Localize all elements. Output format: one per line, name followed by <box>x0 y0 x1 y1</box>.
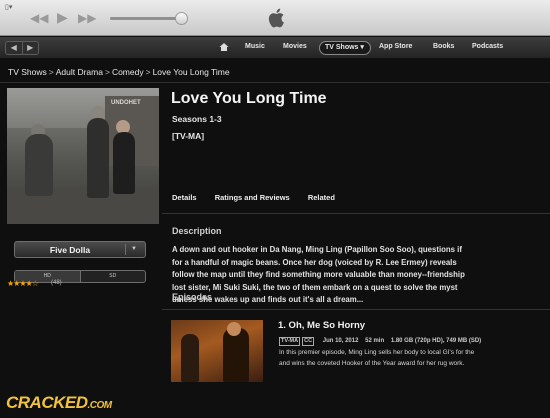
breadcrumb: TV Shows > Adult Drama > Comedy > Love You Lon… <box>8 67 230 77</box>
fast-forward-icon[interactable]: ▶▶ <box>78 11 96 25</box>
episode-description-line: In this premier episode, Ming Ling sells… <box>279 349 475 356</box>
description-heading: Description <box>172 226 222 236</box>
episode-meta: TV-MA CC Jun 10, 2012 52 min 1.80 GB (720… <box>279 337 481 346</box>
episodes-heading: Episodes <box>172 292 213 302</box>
episode-size: 1.80 GB (720p HD), 749 MB (SD) <box>390 338 482 344</box>
show-artwork: UNDOHET <box>7 88 159 224</box>
nav-item-podcasts[interactable]: Podcasts <box>472 43 503 50</box>
apple-logo-icon <box>268 8 284 28</box>
history-nav: ◀ ▶ <box>5 41 39 55</box>
nav-item-app-store[interactable]: App Store <box>379 43 412 50</box>
nav-item-books[interactable]: Books <box>433 43 454 50</box>
tab-ratings-reviews[interactable]: Ratings and Reviews <box>215 193 290 202</box>
seasons-label: Seasons 1-3 <box>172 114 222 124</box>
artwork-figure <box>113 132 135 194</box>
price-label: Five Dolla <box>49 245 91 255</box>
player-toolbar: ▯▾ ◀◀ ▶ ▶▶ <box>0 0 550 36</box>
nav-item-movies[interactable]: Movies <box>283 43 307 50</box>
buy-price-button[interactable]: Five Dolla ▼ <box>14 241 146 258</box>
volume-knob[interactable] <box>175 12 188 25</box>
breadcrumb-tv-shows[interactable]: TV Shows <box>8 67 47 77</box>
tv-rating-badge: TV-MA <box>279 337 301 346</box>
rating-count: (48) <box>51 280 62 286</box>
show-title: Love You Long Time <box>171 90 327 107</box>
format-sd-button[interactable]: SD <box>81 271 146 282</box>
nav-item-tv-shows[interactable]: TV Shows ▾ <box>325 43 364 51</box>
cc-badge: CC <box>302 337 315 346</box>
episode-date: Jun 10, 2012 <box>322 338 359 344</box>
tab-details[interactable]: Details <box>172 193 197 202</box>
description-text: A down and out hooker in Da Nang, Ming L… <box>172 244 550 307</box>
tab-related[interactable]: Related <box>308 193 335 202</box>
breadcrumb-comedy[interactable]: Comedy <box>112 67 144 77</box>
watermark-main: CRACKED <box>6 393 88 412</box>
detail-tabs: Details Ratings and Reviews Related <box>172 193 351 202</box>
volume-slider[interactable] <box>110 17 184 20</box>
episode-duration: 52 min <box>365 338 385 344</box>
forward-arrow-icon[interactable]: ▶ <box>23 42 39 54</box>
breadcrumb-current: Love You Long Time <box>152 67 230 77</box>
description-line: follow the map until they find something… <box>172 270 465 280</box>
chevron-down-icon[interactable]: ▼ <box>131 246 137 252</box>
thumbnail-figure <box>227 322 241 336</box>
description-line: lost sister, Mi Suki Suki, the two of th… <box>172 282 458 292</box>
artwork-sign: UNDOHET <box>111 100 141 106</box>
episode-description: In this premier episode, Ming Ling sells… <box>279 348 550 369</box>
store-nav-bar: ◀ ▶ Music Movies TV Shows ▾ App Store Bo… <box>0 37 550 59</box>
button-divider <box>125 244 126 255</box>
rewind-icon[interactable]: ◀◀ <box>30 11 48 25</box>
episode-description-line: and wins the coveted Hooker of the Year … <box>279 359 465 367</box>
description-line: A down and out hooker in Da Nang, Ming L… <box>172 245 462 254</box>
artwork-figure <box>25 134 53 196</box>
watermark-suffix: .COM <box>87 400 113 411</box>
description-line: unless she wakes up and finds out it's a… <box>172 295 364 305</box>
breadcrumb-separator: > <box>145 67 151 77</box>
star-rating: ★★★★☆ <box>7 279 39 288</box>
episode-title[interactable]: 1. Oh, Me So Horny <box>278 320 365 331</box>
episode-thumbnail[interactable] <box>171 320 263 382</box>
cracked-watermark: CRACKED.COM <box>6 393 112 413</box>
divider <box>0 82 550 83</box>
breadcrumb-separator: > <box>48 67 54 77</box>
thumbnail-figure <box>181 334 199 382</box>
breadcrumb-separator: > <box>104 67 110 77</box>
nav-item-music[interactable]: Music <box>245 43 265 50</box>
play-icon[interactable]: ▶ <box>57 9 68 26</box>
back-arrow-icon[interactable]: ◀ <box>6 42 23 54</box>
window-menu-icon[interactable]: ▯▾ <box>5 3 12 11</box>
description-line: for a handful of magic beans. Once her d… <box>172 257 457 267</box>
artwork-figure <box>87 118 109 198</box>
content-rating: [TV-MA] <box>172 131 205 141</box>
breadcrumb-adult-drama[interactable]: Adult Drama <box>56 67 103 77</box>
divider <box>162 309 550 310</box>
home-icon[interactable] <box>219 42 229 52</box>
thumbnail-figure <box>223 328 249 382</box>
divider <box>162 213 550 214</box>
